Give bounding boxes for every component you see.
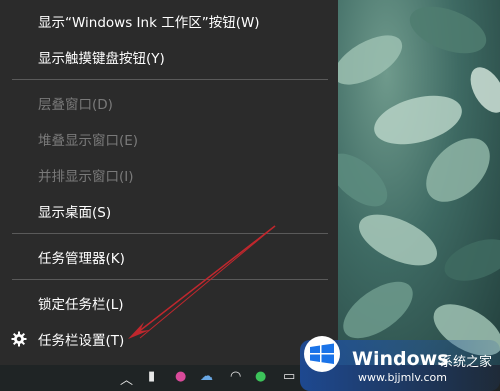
annotation-arrow-icon bbox=[128, 225, 276, 339]
